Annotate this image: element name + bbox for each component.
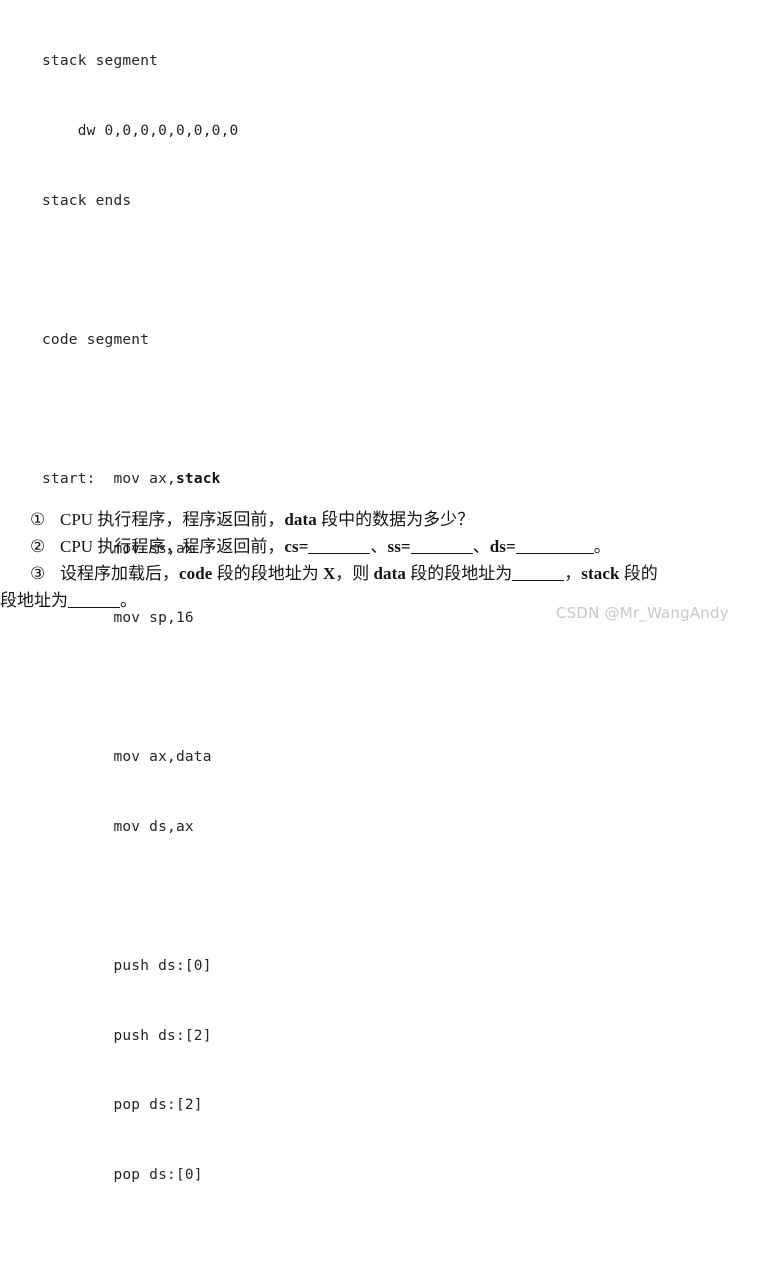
question-latin-token: data [373, 564, 407, 583]
question-text: 段的段地址为 [212, 564, 323, 583]
question-item-2: ② CPU 执行程序，程序返回前，cs= 、ss= 、ds=。 [0, 533, 782, 560]
question-marker: ② [30, 537, 46, 556]
question-separator: ， [564, 564, 582, 583]
question-text: CPU 执行程序，程序返回前， [60, 537, 285, 556]
code-line: code segment [42, 331, 150, 348]
question-latin-token: data [284, 510, 317, 529]
code-line: push ds:[0] [42, 958, 212, 975]
register-label-ss: ss= [387, 537, 411, 556]
question-text: CPU 执行程序，程序返回前， [60, 510, 285, 529]
question-list: ① CPU 执行程序，程序返回前，data 段中的数据为多少？ ② CPU 执行程序… [0, 506, 782, 614]
answer-blank-cs[interactable] [308, 538, 371, 554]
question-text: 段的段地址为 [406, 564, 513, 583]
question-item-1: ① CPU 执行程序，程序返回前，data 段中的数据为多少？ [0, 506, 782, 533]
question-text: ，则 [335, 564, 374, 583]
question-text: 段的 [619, 564, 658, 583]
assembly-code-listing: stack segment dw 0,0,0,0,0,0,0,0 stack e… [42, 4, 238, 1262]
document-page: stack segment dw 0,0,0,0,0,0,0,0 stack e… [0, 0, 782, 1183]
question-text: 段中的数据为多少？ [316, 510, 475, 529]
question-latin-token: stack [581, 564, 620, 583]
code-line: dw 0,0,0,0,0,0,0,0 [42, 123, 239, 140]
question-terminator: 。 [120, 591, 137, 610]
question-terminator: 。 [593, 537, 611, 556]
code-line: pop ds:[2] [42, 1097, 203, 1114]
code-line: mov ds,ax [42, 819, 194, 836]
question-separator: 、 [370, 537, 388, 556]
question-marker: ① [30, 510, 46, 529]
code-line: pop ds:[0] [42, 1167, 203, 1184]
answer-blank-ss[interactable] [410, 538, 473, 554]
question-variable-x: X [322, 564, 336, 583]
code-line: push ds:[2] [42, 1027, 212, 1044]
code-line-start-label: start: mov ax,stack [42, 468, 238, 491]
question-latin-token: code [179, 564, 213, 583]
question-separator: 、 [472, 537, 490, 556]
question-item-3: ③ 设程序加载后，code 段的段地址为 X，则 data 段的段地址为 ，stac… [0, 560, 782, 587]
code-line: mov ax,data [42, 749, 212, 766]
question-marker: ③ [30, 564, 46, 583]
csdn-watermark: CSDN @Mr_WangAndy [556, 604, 729, 622]
register-label-cs: cs= [284, 537, 309, 556]
code-line: stack segment [42, 53, 159, 70]
answer-blank-data-segment[interactable] [512, 565, 565, 581]
question-text: 段地址为 [0, 591, 68, 610]
answer-blank-stack-segment[interactable] [68, 592, 120, 608]
code-bold-token: stack [175, 471, 221, 488]
code-text: start: mov ax, [42, 471, 176, 488]
question-text: 设程序加载后， [60, 564, 179, 583]
code-line: stack ends [42, 192, 132, 209]
answer-blank-ds[interactable] [515, 538, 594, 554]
register-label-ds: ds= [489, 537, 516, 556]
